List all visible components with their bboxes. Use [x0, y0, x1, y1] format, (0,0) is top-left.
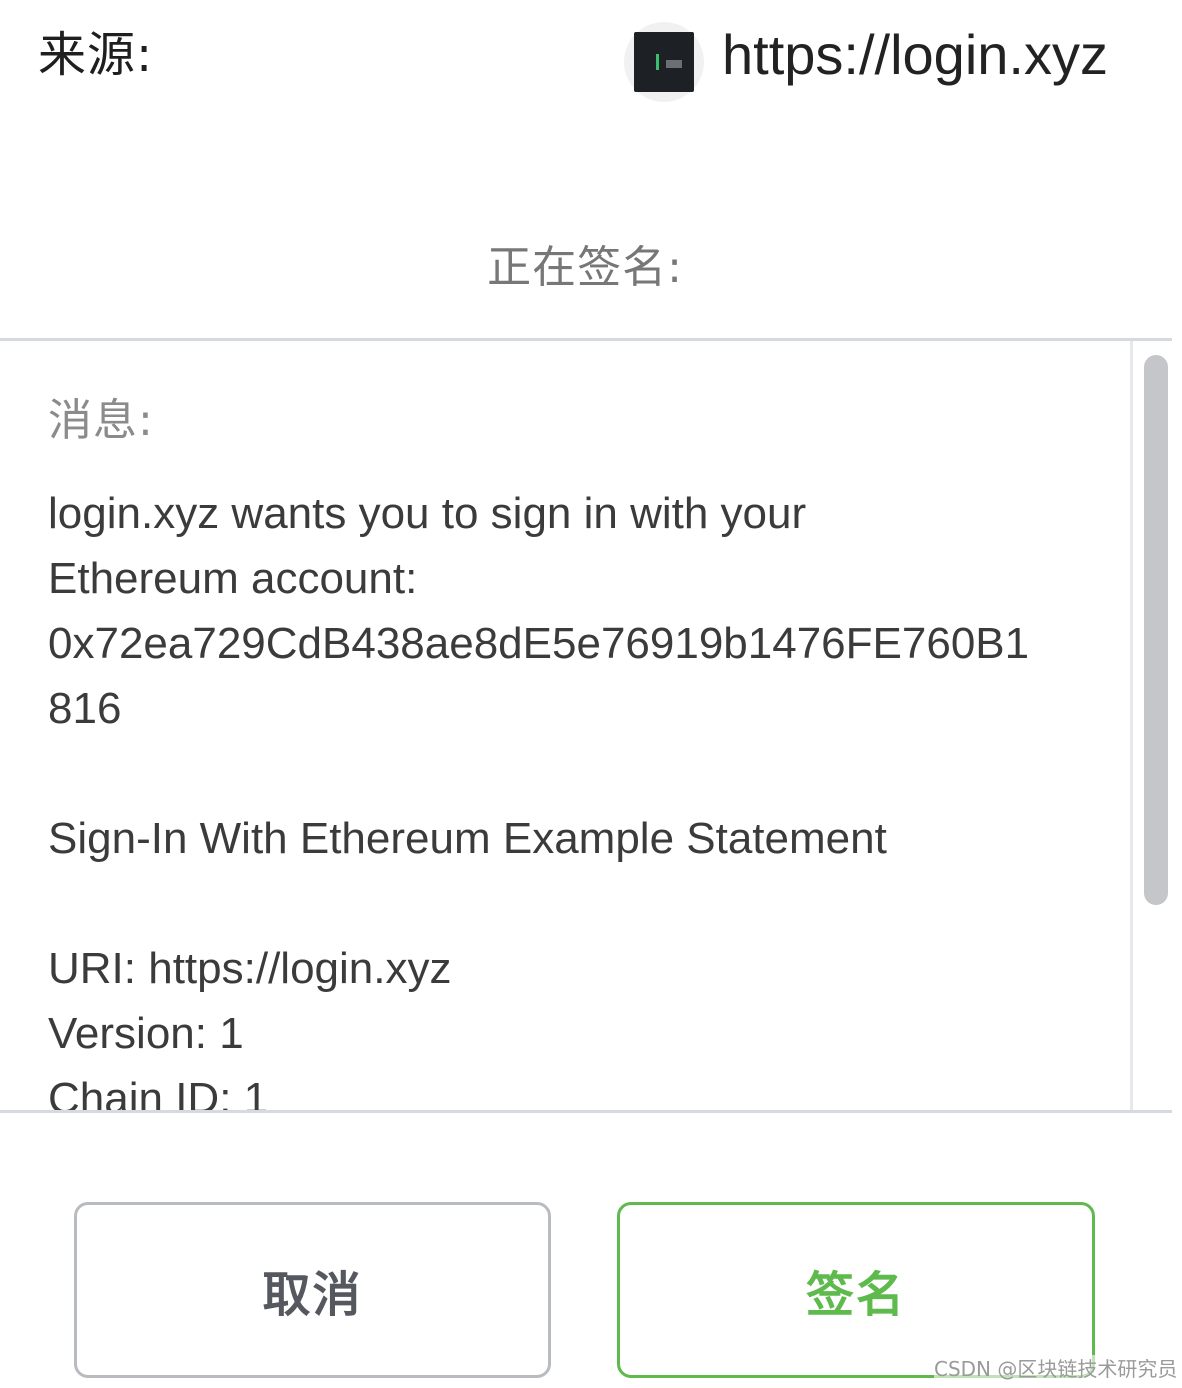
message-body: login.xyz wants you to sign in with your… [48, 481, 1108, 1113]
origin-label: 来源: [38, 27, 154, 83]
site-favicon-image [634, 32, 694, 92]
message-panel[interactable]: 消息: login.xyz wants you to sign in with … [0, 338, 1172, 1113]
message-line: Ethereum account: [48, 554, 418, 603]
signing-label: 正在签名: [487, 242, 683, 293]
origin-row: 来源: https://login.xyz [0, 0, 1182, 120]
message-line: URI: https://login.xyz [48, 944, 452, 993]
origin-url: https://login.xyz [722, 23, 1108, 86]
scrollbar-thumb[interactable] [1144, 355, 1168, 905]
site-favicon-icon [624, 22, 704, 102]
watermark: CSDN @区块链技术研究员 [934, 1355, 1178, 1383]
message-line [48, 871, 1108, 936]
message-line: Version: 1 [48, 1009, 244, 1058]
scrollbar-track[interactable] [1130, 341, 1133, 1110]
message-line [48, 741, 1108, 806]
message-line: login.xyz wants you to sign in with your [48, 489, 807, 538]
sign-button[interactable]: 签名 [617, 1202, 1095, 1378]
message-line: Chain ID: 1 [48, 1074, 269, 1113]
message-line: 0x72ea729CdB438ae8dE5e76919b1476FE760B1 [48, 619, 1030, 668]
message-line: Sign-In With Ethereum Example Statement [48, 814, 887, 863]
cancel-button[interactable]: 取消 [74, 1202, 551, 1378]
message-title: 消息: [48, 395, 154, 446]
message-line: 816 [48, 684, 122, 733]
